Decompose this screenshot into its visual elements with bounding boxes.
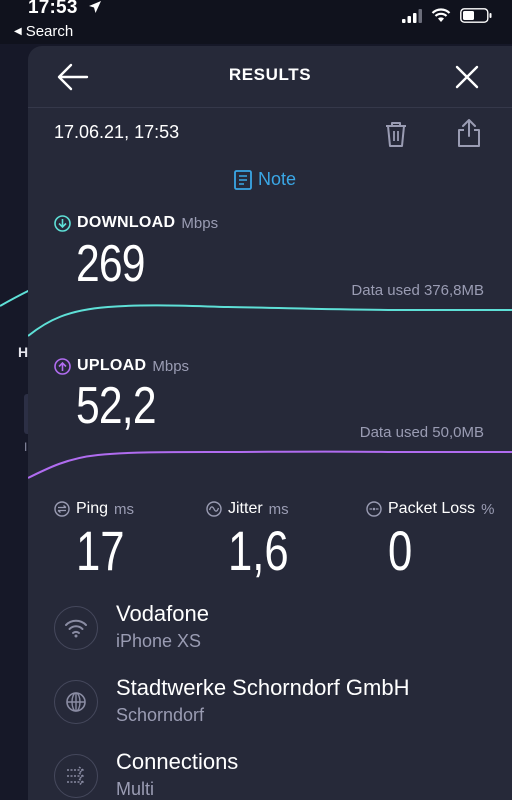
upload-header: UPLOAD Mbps (54, 357, 189, 375)
wifi-icon (54, 606, 98, 650)
connections-title: Connections (116, 749, 239, 774)
upload-icon (54, 357, 71, 375)
upload-unit: Mbps (152, 357, 190, 375)
note-icon (234, 169, 252, 190)
provider-name: Vodafone (116, 601, 209, 626)
connections-row: Connections Multi (54, 748, 238, 800)
server-row: Stadtwerke Schorndorf GmbH Schorndorf (54, 674, 409, 728)
location-arrow-icon (88, 0, 102, 17)
upload-data-used: Data used 50,0MB (359, 424, 484, 441)
server-name: Stadtwerke Schorndorf GmbH (116, 675, 410, 700)
back-to-search-label: Search (25, 23, 74, 40)
results-sheet: RESULTS 17.06.21, 17:53 Note DOWNLOAD Mb… (28, 46, 512, 800)
result-datetime: 17.06.21, 17:53 (54, 122, 180, 142)
globe-icon (54, 680, 98, 724)
download-value: 269 (76, 235, 146, 293)
sheet-header: RESULTS (28, 46, 512, 108)
jitter-header: Jitter ms (206, 500, 289, 518)
ping-icon (54, 501, 70, 517)
status-time: 17:53 (28, 0, 78, 18)
download-icon (54, 214, 71, 232)
jitter-value: 1,6 (228, 519, 289, 582)
share-icon[interactable] (456, 118, 482, 148)
status-indicators (402, 8, 492, 23)
packet-loss-label: Packet Loss (388, 500, 476, 517)
ping-label: Ping (76, 500, 109, 517)
upload-value: 52,2 (76, 377, 157, 435)
note-button[interactable]: Note (234, 169, 296, 190)
packet-loss-header: Packet Loss % (366, 500, 495, 518)
background-heading-letter: H (18, 344, 29, 360)
device-name: iPhone XS (116, 631, 202, 651)
battery-icon (460, 8, 492, 23)
ping-value: 17 (76, 519, 125, 582)
ping-header: Ping ms (54, 500, 134, 518)
connections-icon (54, 754, 98, 798)
back-to-search-link[interactable]: ◀ Search (14, 23, 73, 40)
packet-loss-value: 0 (388, 519, 413, 582)
jitter-unit: ms (268, 500, 289, 518)
download-graph (28, 304, 512, 337)
back-triangle-icon: ◀ (14, 26, 22, 37)
upload-label: UPLOAD (77, 357, 147, 374)
status-bar: 17:53 ◀ Search (0, 0, 512, 44)
download-header: DOWNLOAD Mbps (54, 214, 218, 232)
close-button[interactable] (452, 62, 482, 92)
ping-unit: ms (114, 500, 135, 518)
connections-mode: Multi (116, 779, 155, 799)
jitter-icon (206, 501, 222, 517)
jitter-label: Jitter (228, 500, 263, 517)
note-label: Note (258, 169, 297, 189)
wifi-status-icon (431, 8, 451, 22)
download-unit: Mbps (181, 214, 219, 232)
packet-loss-unit: % (481, 500, 495, 518)
download-label: DOWNLOAD (77, 214, 176, 231)
upload-graph (28, 450, 512, 479)
background-small-letter: I (24, 440, 28, 454)
server-location: Schorndorf (116, 705, 205, 725)
page-title: RESULTS (228, 65, 312, 84)
cellular-signal-icon (402, 8, 422, 23)
packet-loss-icon (366, 501, 382, 517)
provider-row: Vodafone iPhone XS (54, 600, 209, 654)
trash-icon[interactable] (383, 120, 409, 148)
